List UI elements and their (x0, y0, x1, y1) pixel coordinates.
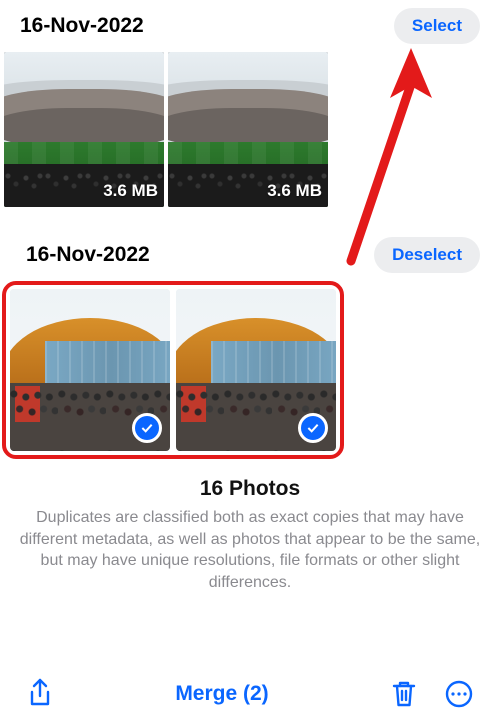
thumbnail-row: 3.6 MB 3.6 MB (0, 52, 500, 215)
deselect-button[interactable]: Deselect (374, 237, 480, 273)
photo-thumbnail[interactable] (176, 289, 336, 451)
file-size-badge: 3.6 MB (267, 181, 322, 201)
group-date: 16-Nov-2022 (20, 14, 144, 38)
photo-thumbnail[interactable]: 3.6 MB (4, 52, 164, 207)
bottom-toolbar: Merge (2) (0, 661, 500, 727)
group-date: 16-Nov-2022 (26, 243, 150, 267)
selected-check-icon (132, 413, 162, 443)
group-header: 16-Nov-2022 Select (0, 0, 500, 52)
group-header: 16-Nov-2022 Deselect (0, 229, 500, 281)
file-size-badge: 3.6 MB (103, 181, 158, 201)
share-button[interactable] (22, 674, 58, 714)
photo-thumbnail[interactable] (10, 289, 170, 451)
summary-description: Duplicates are classified both as exact … (18, 507, 482, 593)
merge-button[interactable]: Merge (2) (175, 682, 268, 706)
select-button[interactable]: Select (394, 8, 480, 44)
trash-icon (390, 679, 418, 709)
summary-title: 16 Photos (18, 477, 482, 501)
more-button[interactable] (440, 675, 478, 713)
selected-check-icon (298, 413, 328, 443)
photo-thumbnail[interactable]: 3.6 MB (168, 52, 328, 207)
summary-section: 16 Photos Duplicates are classified both… (0, 467, 500, 593)
delete-button[interactable] (386, 675, 422, 713)
annotation-highlight-box (2, 281, 344, 459)
more-icon (444, 679, 474, 709)
duplicate-group: 16-Nov-2022 Deselect (0, 223, 500, 467)
duplicate-group: 16-Nov-2022 Select 3.6 MB 3.6 MB (0, 0, 500, 223)
share-icon (26, 678, 54, 710)
